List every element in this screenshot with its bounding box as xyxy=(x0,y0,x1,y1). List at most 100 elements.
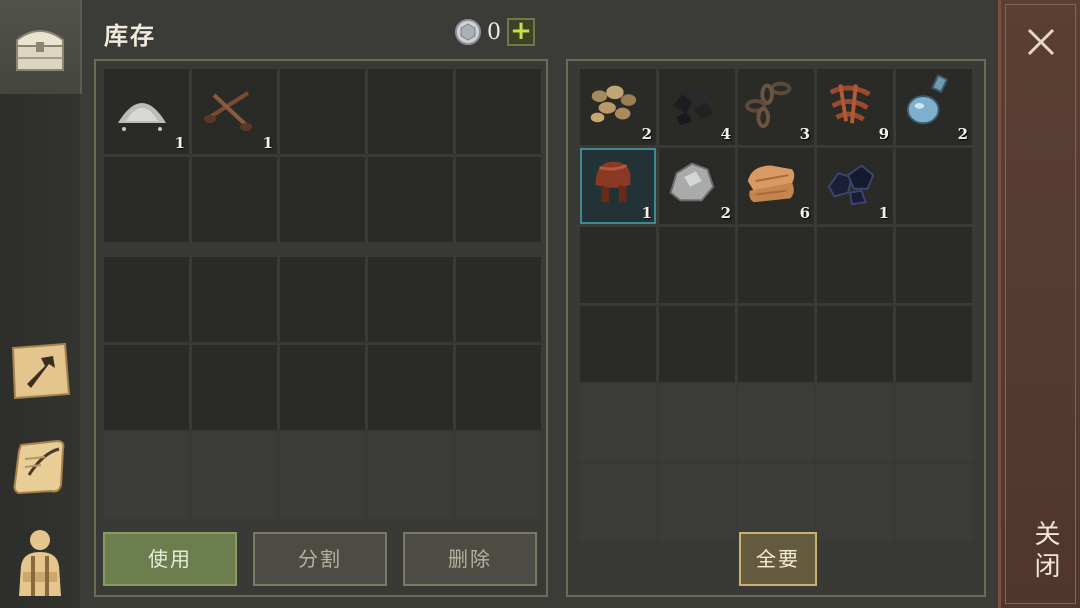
chain-icon xyxy=(744,81,792,129)
close-bar[interactable]: 关闭 xyxy=(998,0,1080,608)
take-all-button[interactable]: 全要 xyxy=(739,532,817,586)
storage-slot[interactable] xyxy=(896,227,972,303)
inventory-slot[interactable] xyxy=(104,157,189,242)
item-quantity: 1 xyxy=(262,134,273,152)
inventory-slot[interactable] xyxy=(456,69,541,154)
inventory-panel: 1 1 xyxy=(94,59,548,597)
tab-inventory[interactable] xyxy=(0,0,82,94)
item-quantity: 3 xyxy=(799,125,810,143)
inventory-slot[interactable] xyxy=(456,157,541,242)
locked-slot xyxy=(896,385,972,461)
storage-slot[interactable] xyxy=(659,227,735,303)
backpack-slot[interactable] xyxy=(280,257,365,342)
split-button[interactable]: 分割 xyxy=(253,532,387,586)
rusty-scrap-icon xyxy=(829,84,871,124)
backpack-slot[interactable] xyxy=(368,345,453,430)
storage-slot-dark-ore[interactable]: 1 xyxy=(817,148,893,224)
storage-slot[interactable] xyxy=(659,306,735,382)
tab-journal[interactable] xyxy=(6,432,74,500)
inventory-slot[interactable] xyxy=(192,157,277,242)
backpack-slot[interactable] xyxy=(192,345,277,430)
inventory-slot-stone-dust[interactable]: 1 xyxy=(104,69,189,154)
item-quantity: 2 xyxy=(641,125,652,143)
backpack-slot[interactable] xyxy=(456,345,541,430)
iron-ore-icon xyxy=(669,162,715,202)
storage-slot[interactable] xyxy=(817,227,893,303)
tab-character[interactable] xyxy=(6,528,74,596)
storage-slot-stones[interactable]: 2 xyxy=(580,69,656,145)
inventory-slot-nails[interactable]: 1 xyxy=(192,69,277,154)
locked-slot xyxy=(580,385,656,461)
stones-icon xyxy=(590,85,637,123)
locked-slot xyxy=(659,385,735,461)
storage-slot-rusty-scrap[interactable]: 9 xyxy=(817,69,893,145)
locked-slot xyxy=(738,385,814,461)
page-title: 库存 xyxy=(104,22,156,50)
inventory-slot[interactable] xyxy=(280,157,365,242)
add-currency-button[interactable]: + xyxy=(507,18,535,46)
tab-crafting[interactable] xyxy=(6,336,74,404)
backpack-slot[interactable] xyxy=(280,345,365,430)
backpack-slot[interactable] xyxy=(456,257,541,342)
locked-slot xyxy=(368,433,453,518)
locked-slot xyxy=(817,464,893,540)
stone-dust-icon xyxy=(118,103,166,131)
item-quantity: 1 xyxy=(878,204,889,222)
saddle-icon xyxy=(595,161,631,203)
locked-slot xyxy=(580,464,656,540)
locked-slot xyxy=(192,433,277,518)
storage-slot-coal[interactable]: 4 xyxy=(659,69,735,145)
equipped-grid: 1 1 xyxy=(104,69,541,242)
locked-slot xyxy=(659,464,735,540)
storage-slot[interactable] xyxy=(896,148,972,224)
backpack-slot[interactable] xyxy=(368,257,453,342)
inventory-slot[interactable] xyxy=(368,157,453,242)
leather-icon xyxy=(747,165,795,203)
use-button[interactable]: 使用 xyxy=(103,532,237,586)
storage-slot[interactable] xyxy=(580,306,656,382)
storage-grid: 2 4 3 9 2 1 2 6 1 xyxy=(580,69,972,540)
storage-slot-glass-bottle[interactable]: 2 xyxy=(896,69,972,145)
storage-slot[interactable] xyxy=(738,227,814,303)
coal-icon xyxy=(672,88,714,126)
storage-slot-chain[interactable]: 3 xyxy=(738,69,814,145)
locked-slot xyxy=(896,464,972,540)
storage-slot-leather[interactable]: 6 xyxy=(738,148,814,224)
storage-slot-saddle[interactable]: 1 xyxy=(580,148,656,224)
backpack-slot[interactable] xyxy=(104,345,189,430)
chest-icon xyxy=(16,30,64,71)
item-quantity: 4 xyxy=(720,125,731,143)
storage-slot-iron-ore[interactable]: 2 xyxy=(659,148,735,224)
locked-slot xyxy=(738,464,814,540)
crafting-icon xyxy=(11,342,71,400)
item-quantity: 6 xyxy=(799,204,810,222)
currency-display: 0 + xyxy=(455,18,535,46)
delete-button[interactable]: 删除 xyxy=(403,532,537,586)
locked-slot xyxy=(456,433,541,518)
nails-icon xyxy=(204,91,252,131)
locked-slot xyxy=(104,433,189,518)
inventory-slot[interactable] xyxy=(368,69,453,154)
item-quantity: 2 xyxy=(720,204,731,222)
storage-slot[interactable] xyxy=(896,306,972,382)
dark-ore-icon xyxy=(827,164,875,206)
backpack-slot[interactable] xyxy=(192,257,277,342)
backpack-slot[interactable] xyxy=(104,257,189,342)
storage-panel: 2 4 3 9 2 1 2 6 1 xyxy=(566,59,986,597)
storage-slot[interactable] xyxy=(738,306,814,382)
item-quantity: 1 xyxy=(641,204,652,222)
storage-slot[interactable] xyxy=(817,306,893,382)
close-icon[interactable] xyxy=(1025,26,1057,58)
silver-coin-icon xyxy=(455,19,481,45)
currency-value: 0 xyxy=(487,19,501,45)
glass-bottle-icon xyxy=(906,74,949,125)
character-icon xyxy=(19,530,61,596)
side-tab-bar xyxy=(0,0,82,608)
inventory-slot[interactable] xyxy=(280,69,365,154)
locked-slot xyxy=(280,433,365,518)
backpack-grid xyxy=(104,257,541,518)
item-quantity: 2 xyxy=(957,125,968,143)
storage-slot[interactable] xyxy=(580,227,656,303)
item-quantity: 9 xyxy=(878,125,889,143)
locked-slot xyxy=(817,385,893,461)
